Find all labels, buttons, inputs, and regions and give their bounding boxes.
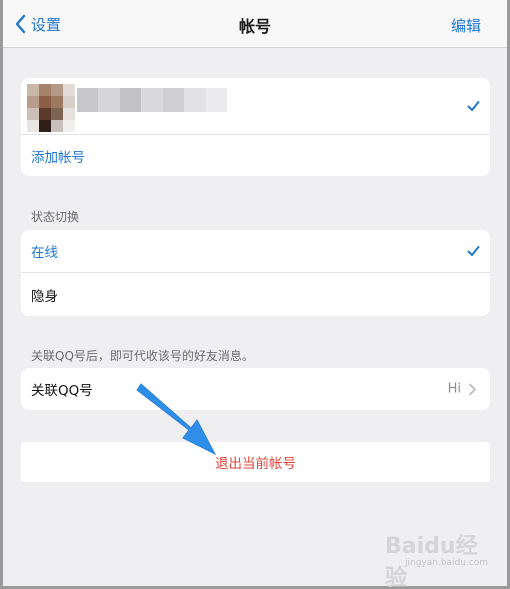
logout-button[interactable]: 退出当前帐号 [21, 442, 490, 482]
link-qq-value-text: Hi [447, 381, 461, 397]
status-section-title: 状态切换 [31, 210, 80, 224]
qq-section-title: 关联QQ号后，即可代收该号的好友消息。 [31, 349, 254, 363]
status-group: 在线 隐身 [21, 230, 490, 316]
link-qq-row[interactable]: 关联QQ号 Hi [21, 368, 490, 410]
pointer-arrow-icon [136, 383, 217, 456]
logout-group: 退出当前帐号 [21, 442, 490, 482]
baidu-watermark: Baidu经验 jingyan.baidu.com [385, 520, 497, 589]
screen-frame: 设置 帐号 编辑 添加帐号 状态切换 在线 隐身 关联QQ号后，即可代收该号的好… [0, 0, 510, 589]
link-qq-label: 关联QQ号 [31, 383, 93, 399]
status-online-label: 在线 [31, 245, 58, 261]
status-invisible-row[interactable]: 隐身 [21, 272, 490, 316]
logout-label: 退出当前帐号 [215, 456, 296, 472]
chevron-right-icon [469, 383, 476, 395]
navigation-bar: 设置 帐号 编辑 [3, 0, 507, 48]
checkmark-icon [467, 101, 480, 111]
add-account-row[interactable]: 添加帐号 [21, 134, 490, 176]
page-title: 帐号 [238, 17, 271, 36]
qq-group: 关联QQ号 Hi [21, 368, 490, 410]
watermark-url: jingyan.baidu.com [405, 558, 489, 568]
account-name-blurred [77, 88, 227, 112]
status-online-row[interactable]: 在线 [21, 230, 490, 272]
add-account-label: 添加帐号 [31, 149, 85, 166]
status-invisible-label: 隐身 [31, 288, 58, 305]
edit-button[interactable]: 编辑 [451, 15, 481, 36]
account-avatar [27, 84, 75, 132]
link-qq-value: Hi [448, 382, 476, 397]
checkmark-icon [467, 246, 480, 256]
